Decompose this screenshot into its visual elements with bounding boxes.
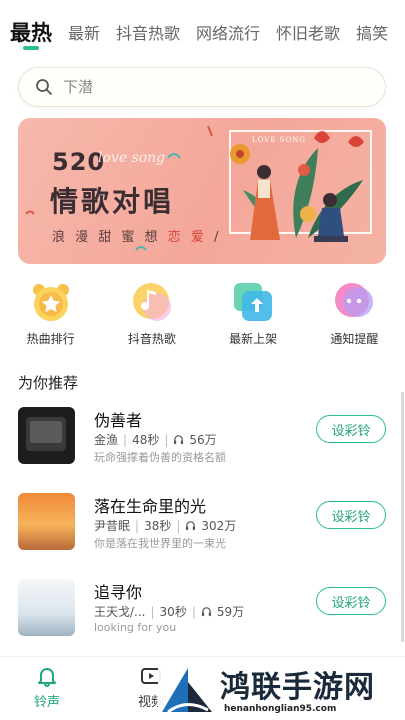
quick-item-new-arrivals[interactable]: 最新上架 xyxy=(203,278,304,358)
song-plays: 56万 xyxy=(189,433,217,447)
search-input[interactable] xyxy=(63,78,343,96)
song-meta: 王天戈/... | 30秒 | 59万 xyxy=(94,604,245,620)
song-artist: 王天戈/... xyxy=(94,605,146,619)
promo-banner[interactable]: 520 love song 情歌对唱 浪 漫 甜 蜜 想 恋 爱 / LOVE … xyxy=(18,118,386,264)
song-item[interactable]: 落在生命里的光 尹昔眠 | 38秒 | 302万 你是落在我世界里的一束光 设彩… xyxy=(18,493,388,553)
search-icon xyxy=(36,79,52,95)
set-ringtone-button[interactable]: 设彩铃 xyxy=(316,587,386,615)
song-cover xyxy=(18,579,75,636)
quick-label: 通知提醒 xyxy=(330,332,379,346)
quick-item-douyin-hits[interactable]: 抖音热歌 xyxy=(101,278,202,358)
music-note-icon xyxy=(132,283,171,321)
headphone-icon xyxy=(186,521,196,531)
song-duration: 48秒 xyxy=(132,433,160,447)
section-title-recommended: 为你推荐 xyxy=(18,374,79,392)
bell-icon xyxy=(38,668,56,687)
chat-bubble-icon xyxy=(335,283,374,317)
upload-icon xyxy=(234,283,273,321)
song-title: 伪善者 xyxy=(94,411,143,430)
watermark: 鸿联手游网 henanhonglian95.com xyxy=(158,660,405,720)
quick-label: 最新上架 xyxy=(229,332,278,346)
headphone-icon xyxy=(201,607,211,617)
quick-label: 热曲排行 xyxy=(26,332,75,346)
song-cover xyxy=(18,493,75,550)
song-title: 追寻你 xyxy=(94,583,143,602)
alarm-star-icon xyxy=(32,284,69,321)
tab-newest[interactable]: 最新 xyxy=(68,12,100,52)
song-artist: 尹昔眠 xyxy=(94,519,131,533)
quick-item-notifications[interactable]: 通知提醒 xyxy=(304,278,405,358)
set-ringtone-button[interactable]: 设彩铃 xyxy=(316,415,386,443)
quick-item-hot-chart[interactable]: 热曲排行 xyxy=(0,278,101,358)
song-artist: 金渔 xyxy=(94,433,119,447)
song-item[interactable]: 追寻你 王天戈/... | 30秒 | 59万 looking for you … xyxy=(18,579,388,639)
song-desc: looking for you xyxy=(94,621,177,634)
nav-ringtone[interactable]: 铃声 xyxy=(34,665,60,710)
song-meta: 尹昔眠 | 38秒 | 302万 xyxy=(94,518,237,534)
song-plays: 59万 xyxy=(216,605,245,619)
banner-illustration xyxy=(25,125,364,251)
tab-oldies[interactable]: 怀旧老歌 xyxy=(276,12,340,52)
song-plays: 302万 xyxy=(201,519,237,533)
quick-entries: 热曲排行 抖音热歌 最新上架 通知提醒 xyxy=(0,278,405,358)
headphone-icon xyxy=(174,435,184,445)
category-tabs: 最热 最新 抖音热歌 网络流行 怀旧老歌 搞笑 xyxy=(0,0,405,64)
quick-label: 抖音热歌 xyxy=(127,332,176,346)
song-cover xyxy=(18,407,75,464)
song-desc: 玩命强撑着伪善的资格名额 xyxy=(94,451,226,464)
set-ringtone-button[interactable]: 设彩铃 xyxy=(316,501,386,529)
song-item[interactable]: 伪善者 金渔 | 48秒 | 56万 玩命强撑着伪善的资格名额 设彩铃 xyxy=(18,407,388,467)
tab-internet-popular[interactable]: 网络流行 xyxy=(196,12,260,52)
song-title: 落在生命里的光 xyxy=(94,497,207,516)
scrollbar[interactable] xyxy=(401,392,404,642)
watermark-url: henanhonglian95.com xyxy=(224,704,337,714)
watermark-text: 鸿联手游网 xyxy=(220,670,375,705)
song-duration: 38秒 xyxy=(144,519,172,533)
watermark-logo xyxy=(162,668,212,714)
song-desc: 你是落在我世界里的一束光 xyxy=(94,537,226,550)
nav-label: 铃声 xyxy=(34,695,61,710)
song-meta: 金渔 | 48秒 | 56万 xyxy=(94,432,217,448)
tab-hottest[interactable]: 最热 xyxy=(10,12,52,52)
song-duration: 30秒 xyxy=(159,605,187,619)
search-bar[interactable] xyxy=(18,67,386,107)
tab-funny[interactable]: 搞笑 xyxy=(356,12,388,52)
tab-douyin-hits[interactable]: 抖音热歌 xyxy=(116,12,180,52)
